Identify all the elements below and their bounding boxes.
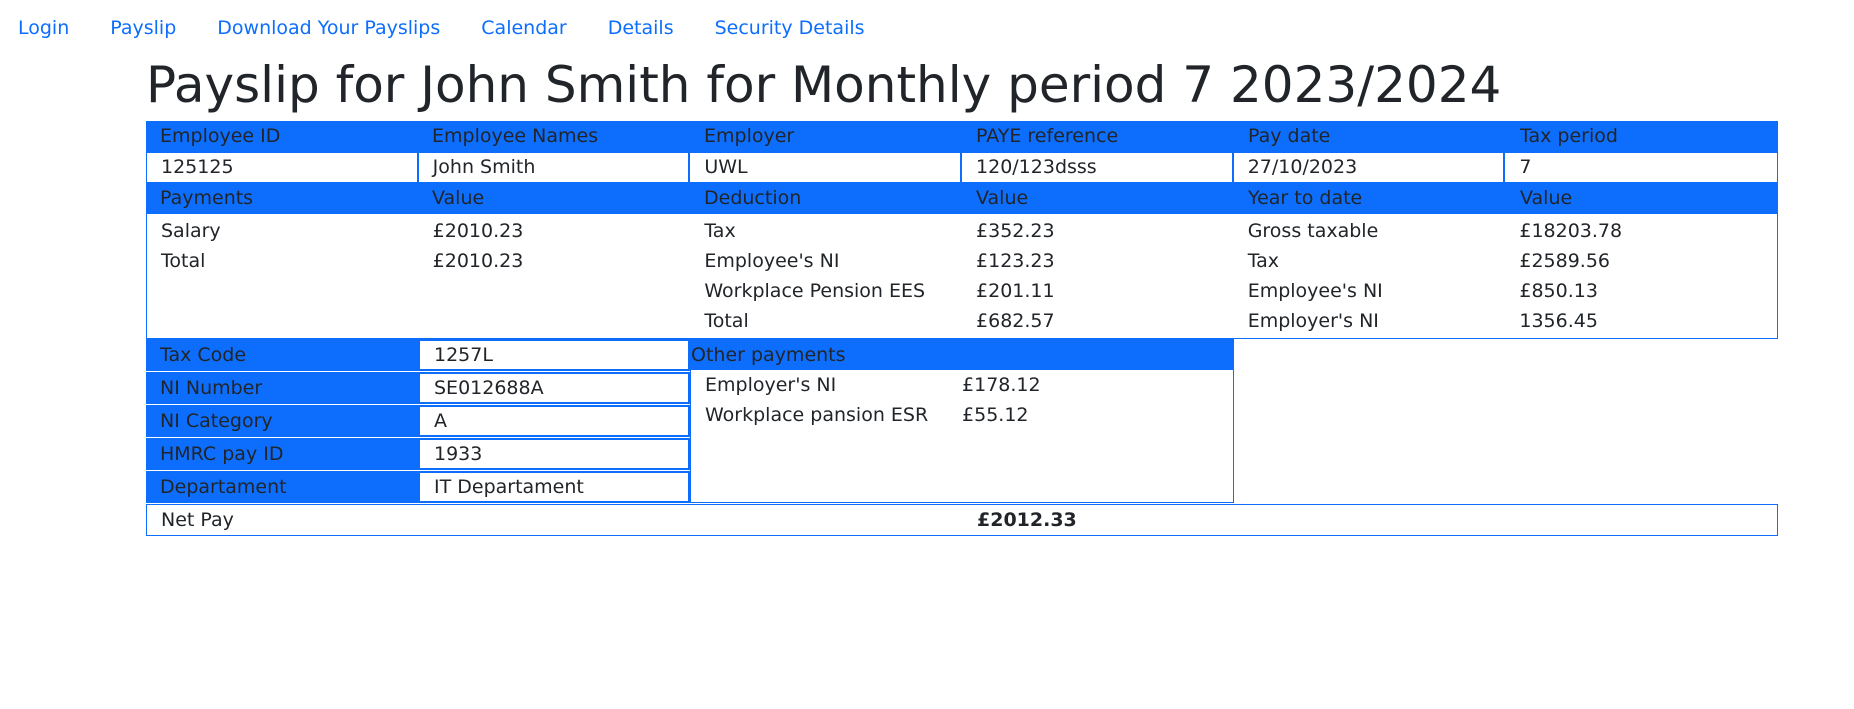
net-pay-row: Net Pay £2012.33 xyxy=(146,504,1778,536)
info-value: 1257L xyxy=(418,339,690,371)
other-payment-row: Employer's NI £178.12 xyxy=(691,370,1233,400)
nav-security-details-link[interactable]: Security Details xyxy=(715,14,865,42)
nav-login-link[interactable]: Login xyxy=(18,14,69,42)
employee-id-value: 125125 xyxy=(147,153,419,182)
info-value: A xyxy=(418,405,690,437)
info-row: HMRC pay ID 1933 xyxy=(146,438,690,470)
ytd-value: £18203.78 xyxy=(1519,220,1623,242)
deduction-value: £201.11 xyxy=(976,280,1055,302)
paye-reference-value: 120/123dsss xyxy=(962,153,1234,182)
payment-name: Total xyxy=(161,250,206,272)
deductions-names: Tax Employee's NI Workplace Pension EES … xyxy=(690,216,962,338)
info-row: Tax Code 1257L xyxy=(146,339,690,371)
employee-info-table: Tax Code 1257L NI Number SE012688A NI Ca… xyxy=(146,339,690,503)
ytd-name: Employee's NI xyxy=(1247,280,1383,302)
top-nav: Login Payslip Download Your Payslips Cal… xyxy=(18,14,906,42)
info-label: NI Category xyxy=(146,405,418,437)
deduction-name: Total xyxy=(704,310,749,332)
info-value: SE012688A xyxy=(418,372,690,404)
nav-payslip-link[interactable]: Payslip xyxy=(110,14,176,42)
payment-value: £2010.23 xyxy=(432,220,524,242)
header-cell: Deduction xyxy=(704,187,802,209)
payment-value: £2010.23 xyxy=(432,250,524,272)
header-cell: Employee ID xyxy=(160,125,281,147)
lower-section: Tax Code 1257L NI Number SE012688A NI Ca… xyxy=(146,339,1778,503)
ytd-names: Gross taxable Tax Employee's NI Employer… xyxy=(1234,216,1506,338)
info-label: Tax Code xyxy=(146,339,418,371)
tax-period-value: 7 xyxy=(1519,156,1532,178)
ytd-name: Gross taxable xyxy=(1247,220,1379,242)
nav-calendar-link[interactable]: Calendar xyxy=(481,14,566,42)
header-cell: Employer xyxy=(704,125,795,147)
net-pay-amount: £2012.33 xyxy=(977,509,1077,531)
employee-header-row: Employee ID Employee Names Employer PAYE… xyxy=(146,121,1778,152)
ytd-name: Employer's NI xyxy=(1247,310,1379,332)
info-label: HMRC pay ID xyxy=(146,438,418,470)
page-title: Payslip for John Smith for Monthly perio… xyxy=(146,56,1502,114)
net-pay-label: Net Pay xyxy=(161,509,234,531)
header-cell: Value xyxy=(976,187,1029,209)
summary-body: Salary Total £2010.23 £2010.23 Tax Emplo… xyxy=(146,214,1778,339)
other-payments-title: Other payments xyxy=(691,340,1233,370)
payments-values: £2010.23 £2010.23 xyxy=(419,216,691,338)
info-value: 1933 xyxy=(418,438,690,470)
other-payment-row: Workplace pansion ESR £55.12 xyxy=(691,400,1233,430)
payments-names: Salary Total xyxy=(147,216,419,338)
deduction-name: Tax xyxy=(704,220,736,242)
other-payment-value: £55.12 xyxy=(962,404,1029,426)
info-row: NI Category A xyxy=(146,405,690,437)
header-cell: Payments xyxy=(160,187,254,209)
other-payment-name: Workplace pansion ESR xyxy=(705,404,929,426)
employer-value: UWL xyxy=(690,153,963,182)
info-label: NI Number xyxy=(146,372,418,404)
ytd-value: £850.13 xyxy=(1519,280,1598,302)
pay-date-value: 27/10/2023 xyxy=(1234,153,1506,182)
payment-name: Salary xyxy=(161,220,221,242)
header-cell: Tax period xyxy=(1520,125,1618,147)
deduction-name: Workplace Pension EES xyxy=(704,280,926,302)
deduction-name: Employee's NI xyxy=(704,250,840,272)
payslip-table: Employee ID Employee Names Employer PAYE… xyxy=(146,121,1778,536)
info-value: IT Departament xyxy=(418,471,690,503)
nav-download-payslips-link[interactable]: Download Your Payslips xyxy=(217,14,440,42)
employee-values-row: 125125 John Smith UWL 120/123dsss 27/10/… xyxy=(146,152,1778,183)
ytd-value: £2589.56 xyxy=(1519,250,1611,272)
deduction-value: £352.23 xyxy=(976,220,1055,242)
ytd-value: 1356.45 xyxy=(1519,310,1598,332)
summary-header-row: Payments Value Deduction Value Year to d… xyxy=(146,183,1778,214)
ytd-name: Tax xyxy=(1247,250,1280,272)
deduction-value: £123.23 xyxy=(976,250,1055,272)
info-row: Departament IT Departament xyxy=(146,471,690,503)
header-cell: Value xyxy=(1520,187,1573,209)
deductions-values: £352.23 £123.23 £201.11 £682.57 xyxy=(962,216,1234,338)
nav-details-link[interactable]: Details xyxy=(608,14,674,42)
other-payment-value: £178.12 xyxy=(962,374,1041,396)
info-label: Departament xyxy=(146,471,418,503)
info-row: NI Number SE012688A xyxy=(146,372,690,404)
header-cell: Pay date xyxy=(1248,125,1331,147)
ytd-values: £18203.78 £2589.56 £850.13 1356.45 xyxy=(1505,216,1777,338)
header-cell: Value xyxy=(432,187,485,209)
deduction-value: £682.57 xyxy=(976,310,1055,332)
employee-name-value: John Smith xyxy=(419,153,691,182)
header-cell: Employee Names xyxy=(432,125,599,147)
other-payments-table: Other payments Employer's NI £178.12 Wor… xyxy=(690,339,1234,503)
other-payment-name: Employer's NI xyxy=(705,374,837,396)
header-cell: PAYE reference xyxy=(976,125,1119,147)
header-cell: Year to date xyxy=(1248,187,1363,209)
